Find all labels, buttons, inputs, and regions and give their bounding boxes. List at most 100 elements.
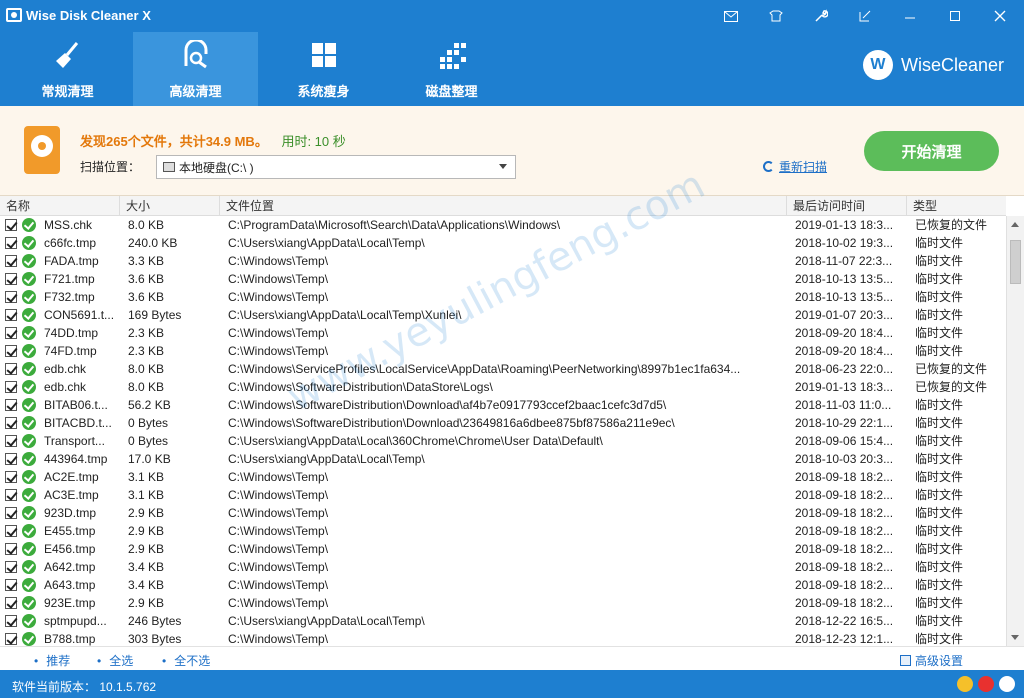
table-row[interactable]: BITACBD.t... 0 Bytes C:\Windows\SoftwareDi…	[0, 414, 1006, 432]
cell-time: 2018-09-18 18:2...	[795, 560, 894, 574]
table-row[interactable]: AC2E.tmp 3.1 KB C:\Windows\Temp\ 2018-09-18…	[0, 468, 1006, 486]
row-checkbox[interactable]	[5, 381, 17, 393]
weibo-icon[interactable]	[978, 676, 994, 692]
row-checkbox[interactable]	[5, 525, 17, 537]
cell-name: A643.tmp	[44, 578, 96, 592]
maximize-icon[interactable]	[940, 4, 970, 28]
wrench-icon[interactable]	[806, 4, 836, 28]
cell-type: 临时文件	[915, 614, 964, 628]
star-icon[interactable]	[957, 676, 973, 692]
table-row[interactable]: 923D.tmp 2.9 KB C:\Windows\Temp\ 2018-09-18…	[0, 504, 1006, 522]
skin-icon[interactable]	[761, 4, 791, 28]
check-circle-icon	[22, 272, 36, 286]
row-checkbox[interactable]	[5, 453, 17, 465]
start-clean-button[interactable]: 开始清理	[864, 131, 999, 171]
tab-common-clean[interactable]: 常规清理	[5, 32, 130, 106]
row-checkbox[interactable]	[5, 471, 17, 483]
wisecleaner-logo-icon: W	[862, 50, 893, 80]
vertical-scrollbar[interactable]	[1006, 216, 1024, 646]
row-checkbox[interactable]	[5, 561, 17, 573]
tab-advanced-clean[interactable]: 高级清理	[133, 32, 258, 106]
cell-name: F732.tmp	[44, 290, 95, 304]
row-checkbox[interactable]	[5, 291, 17, 303]
table-row[interactable]: CON5691.t... 169 Bytes C:\Users\xiang\AppD…	[0, 306, 1006, 324]
row-checkbox[interactable]	[5, 399, 17, 411]
table-row[interactable]: E456.tmp 2.9 KB C:\Windows\Temp\ 2018-09-18…	[0, 540, 1006, 558]
cell-name: E456.tmp	[44, 542, 96, 556]
row-checkbox[interactable]	[5, 255, 17, 267]
row-checkbox[interactable]	[5, 237, 17, 249]
scroll-thumb[interactable]	[1010, 240, 1021, 284]
row-checkbox[interactable]	[5, 219, 17, 231]
chevron-down-icon	[499, 164, 507, 169]
table-row[interactable]: F732.tmp 3.6 KB C:\Windows\Temp\ 2018-10-13…	[0, 288, 1006, 306]
feedback-icon[interactable]	[999, 676, 1015, 692]
check-circle-icon	[22, 488, 36, 502]
table-row[interactable]: edb.chk 8.0 KB C:\Windows\ServiceProfiles\…	[0, 360, 1006, 378]
table-row[interactable]: E455.tmp 2.9 KB C:\Windows\Temp\ 2018-09-18…	[0, 522, 1006, 540]
drive-select[interactable]: 本地硬盘(C:\ )	[156, 155, 516, 179]
table-row[interactable]: sptmpupd... 246 Bytes C:\Users\xiang\AppDa…	[0, 612, 1006, 630]
tab-system-slim[interactable]: 系统瘦身	[261, 32, 386, 106]
select-all-link[interactable]: 全选	[97, 652, 133, 669]
table-row[interactable]: FADA.tmp 3.3 KB C:\Windows\Temp\ 2018-11-07…	[0, 252, 1006, 270]
minimize-icon[interactable]	[895, 4, 925, 28]
row-checkbox[interactable]	[5, 363, 17, 375]
column-header-size[interactable]: 大小	[120, 196, 220, 216]
row-checkbox[interactable]	[5, 489, 17, 501]
row-checkbox[interactable]	[5, 309, 17, 321]
table-row[interactable]: edb.chk 8.0 KB C:\Windows\SoftwareDistribu…	[0, 378, 1006, 396]
advanced-settings-link[interactable]: 高级设置	[900, 652, 963, 669]
scroll-down-icon[interactable]	[1011, 635, 1019, 640]
row-checkbox[interactable]	[5, 435, 17, 447]
row-checkbox[interactable]	[5, 507, 17, 519]
row-checkbox[interactable]	[5, 327, 17, 339]
cell-time: 2018-09-18 18:2...	[795, 578, 894, 592]
column-header-time[interactable]: 最后访问时间	[787, 196, 907, 216]
title-bar: Wise Disk Cleaner X	[0, 0, 1024, 32]
mail-icon[interactable]	[716, 4, 746, 28]
table-row[interactable]: AC3E.tmp 3.1 KB C:\Windows\Temp\ 2018-09-18…	[0, 486, 1006, 504]
column-header-name[interactable]: 名称	[0, 196, 120, 216]
table-row[interactable]: A642.tmp 3.4 KB C:\Windows\Temp\ 2018-09-18…	[0, 558, 1006, 576]
table-row[interactable]: Transport... 0 Bytes C:\Users\xiang\AppDat…	[0, 432, 1006, 450]
cell-size: 8.0 KB	[128, 218, 165, 232]
cell-type: 临时文件	[915, 344, 964, 358]
minimize-to-tray-icon[interactable]	[850, 4, 880, 28]
table-row[interactable]: c66fc.tmp 240.0 KB C:\Users\xiang\AppData\…	[0, 234, 1006, 252]
rescan-label: 重新扫描	[779, 160, 828, 174]
settings-icon	[900, 655, 911, 666]
table-row[interactable]: F721.tmp 3.6 KB C:\Windows\Temp\ 2018-10-13…	[0, 270, 1006, 288]
table-row[interactable]: 923E.tmp 2.9 KB C:\Windows\Temp\ 2018-09-18…	[0, 594, 1006, 612]
row-checkbox[interactable]	[5, 345, 17, 357]
rescan-link[interactable]: 重新扫描	[763, 158, 827, 175]
table-row[interactable]: MSS.chk 8.0 KB C:\ProgramData\Microsoft\Se…	[0, 216, 1006, 234]
table-row[interactable]: 74DD.tmp 2.3 KB C:\Windows\Temp\ 2018-09-20…	[0, 324, 1006, 342]
row-checkbox[interactable]	[5, 579, 17, 591]
tab-label: 高级清理	[169, 84, 222, 99]
select-none-link[interactable]: 全不选	[162, 652, 210, 669]
cell-size: 3.1 KB	[128, 470, 165, 484]
cell-time: 2018-10-29 22:1...	[795, 416, 894, 430]
column-header-type[interactable]: 类型	[907, 196, 1006, 216]
table-row[interactable]: A643.tmp 3.4 KB C:\Windows\Temp\ 2018-09-18…	[0, 576, 1006, 594]
row-checkbox[interactable]	[5, 543, 17, 555]
row-checkbox[interactable]	[5, 615, 17, 627]
row-checkbox[interactable]	[5, 633, 17, 645]
table-row[interactable]: 74FD.tmp 2.3 KB C:\Windows\Temp\ 2018-09-20…	[0, 342, 1006, 360]
scroll-up-icon[interactable]	[1011, 222, 1019, 227]
cell-time: 2018-09-18 18:2...	[795, 524, 894, 538]
recommend-link[interactable]: 推荐	[34, 652, 70, 669]
cell-time: 2018-09-06 15:4...	[795, 434, 894, 448]
column-header-path[interactable]: 文件位置	[220, 196, 787, 216]
close-icon[interactable]	[985, 4, 1015, 28]
table-row[interactable]: B788.tmp 303 Bytes C:\Windows\Temp\ 2018-12…	[0, 630, 1006, 646]
table-row[interactable]: BITAB06.t... 56.2 KB C:\Windows\SoftwareDi…	[0, 396, 1006, 414]
cell-type: 已恢复的文件	[915, 362, 988, 376]
table-row[interactable]: 443964.tmp 17.0 KB C:\Users\xiang\AppData\…	[0, 450, 1006, 468]
tab-disk-defrag[interactable]: 磁盘整理	[389, 32, 514, 106]
row-checkbox[interactable]	[5, 417, 17, 429]
cell-path: C:\Windows\Temp\	[228, 344, 329, 358]
row-checkbox[interactable]	[5, 273, 17, 285]
row-checkbox[interactable]	[5, 597, 17, 609]
